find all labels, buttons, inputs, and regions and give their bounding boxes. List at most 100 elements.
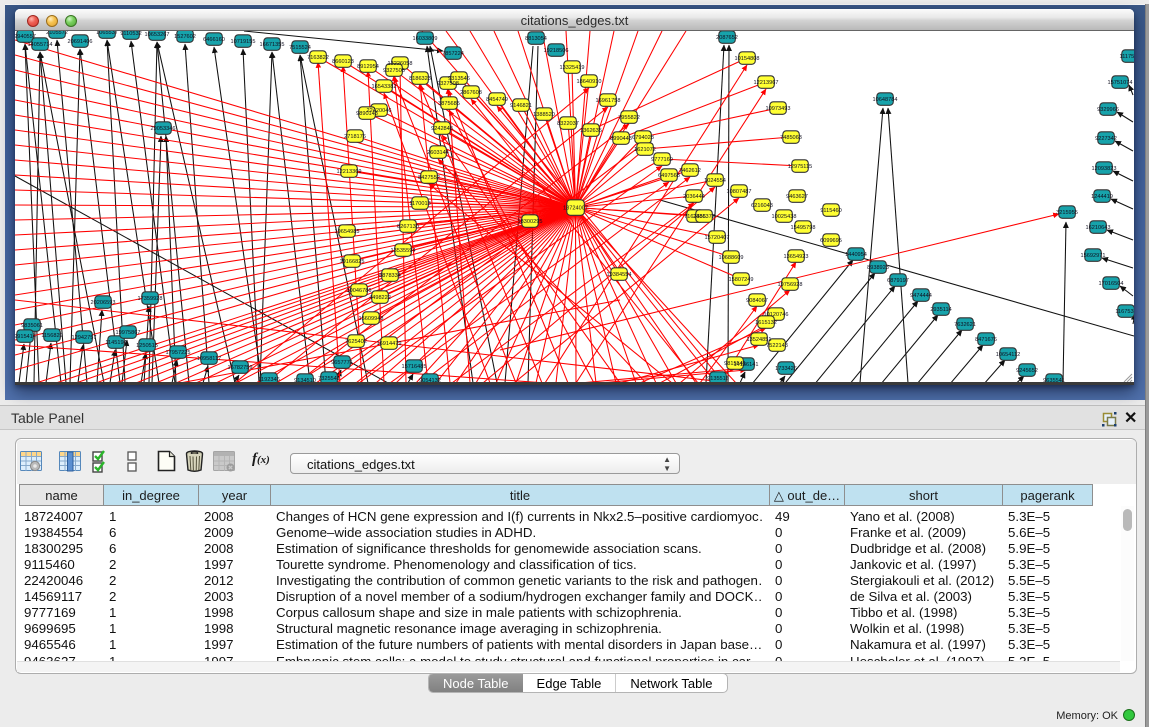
svg-text:10120746: 10120746 <box>764 312 789 318</box>
svg-text:9657771: 9657771 <box>331 360 353 366</box>
svg-text:29053346: 29053346 <box>151 126 176 132</box>
svg-text:7325541: 7325541 <box>318 376 340 382</box>
svg-text:9329966: 9329966 <box>1097 107 1119 113</box>
svg-text:2036444: 2036444 <box>683 194 705 200</box>
svg-text:16671355: 16671355 <box>260 42 285 48</box>
svg-text:8427552: 8427552 <box>418 175 440 181</box>
svg-text:16033809: 16033809 <box>413 36 438 42</box>
svg-text:16543382: 16543382 <box>372 84 397 90</box>
svg-text:8990443: 8990443 <box>610 136 632 142</box>
svg-text:10807487: 10807487 <box>727 189 752 195</box>
svg-text:9815541: 9815541 <box>724 361 746 367</box>
svg-text:17359928: 17359928 <box>138 296 163 302</box>
svg-text:7462612: 7462612 <box>679 168 701 174</box>
svg-text:7163822: 7163822 <box>307 55 329 61</box>
svg-text:8454749: 8454749 <box>486 97 508 103</box>
svg-text:12213369: 12213369 <box>337 169 362 175</box>
svg-text:10648784: 10648784 <box>873 97 898 103</box>
svg-text:9313546: 9313546 <box>448 76 470 82</box>
svg-text:10154808: 10154808 <box>735 56 760 62</box>
svg-text:10958117: 10958117 <box>197 356 221 362</box>
svg-text:18724007: 18724007 <box>563 205 588 211</box>
svg-text:7522143: 7522143 <box>766 343 788 349</box>
svg-text:1440954: 1440954 <box>845 252 867 258</box>
svg-text:6466160: 6466160 <box>203 37 225 43</box>
svg-text:9084067: 9084067 <box>746 298 768 304</box>
svg-text:10653267: 10653267 <box>145 32 170 38</box>
svg-text:15751074: 15751074 <box>1108 80 1133 86</box>
svg-text:9134510: 9134510 <box>294 378 316 383</box>
svg-text:9242848: 9242848 <box>431 126 453 132</box>
svg-text:19654985: 19654985 <box>335 229 360 235</box>
svg-text:20206593: 20206593 <box>91 300 116 306</box>
svg-text:7632621: 7632621 <box>954 322 976 328</box>
svg-text:1065537: 1065537 <box>96 31 118 36</box>
svg-text:17016504: 17016504 <box>1099 281 1124 287</box>
svg-text:2105572: 2105572 <box>46 31 68 36</box>
svg-text:19756928: 19756928 <box>778 282 803 288</box>
svg-text:8267130: 8267130 <box>397 224 419 230</box>
svg-text:8186323: 8186323 <box>409 76 431 82</box>
svg-text:2935114: 2935114 <box>930 307 951 313</box>
svg-text:8912954: 8912954 <box>357 64 379 70</box>
svg-text:8322037: 8322037 <box>557 121 579 127</box>
svg-text:9110532: 9110532 <box>120 31 141 37</box>
svg-text:16961758: 16961758 <box>596 98 621 104</box>
svg-text:20691406: 20691406 <box>68 39 93 45</box>
svg-text:13535594: 13535594 <box>391 248 416 254</box>
svg-text:13325419: 13325419 <box>560 65 585 71</box>
svg-text:15495798: 15495798 <box>791 225 816 231</box>
svg-text:9115460: 9115460 <box>820 208 841 214</box>
svg-text:9915414: 9915414 <box>15 334 36 340</box>
svg-text:1615132: 1615132 <box>755 320 777 326</box>
svg-text:12975115: 12975115 <box>788 164 812 170</box>
svg-text:7515524: 7515524 <box>289 45 311 51</box>
svg-text:15692971: 15692971 <box>1081 253 1106 259</box>
svg-text:19218506: 19218506 <box>544 48 569 54</box>
svg-text:7955822: 7955822 <box>618 115 640 121</box>
svg-text:1362635: 1362635 <box>580 128 602 134</box>
svg-text:1388520: 1388520 <box>533 112 555 118</box>
svg-text:9835061: 9835061 <box>21 323 43 329</box>
svg-text:16782759: 16782759 <box>228 365 253 371</box>
svg-text:10046786: 10046786 <box>347 288 372 294</box>
svg-text:3215955: 3215955 <box>1056 210 1078 216</box>
svg-text:2867608: 2867608 <box>460 90 482 96</box>
svg-text:6216043: 6216043 <box>751 203 773 209</box>
svg-text:2718176: 2718176 <box>344 134 366 140</box>
svg-text:2603144: 2603144 <box>427 150 449 156</box>
svg-text:15720407: 15720407 <box>705 235 730 241</box>
svg-text:10025438: 10025438 <box>772 214 797 220</box>
svg-text:1170013: 1170013 <box>409 201 430 207</box>
svg-text:8878334: 8878334 <box>379 273 401 279</box>
svg-text:9463627: 9463627 <box>786 194 808 200</box>
svg-text:6794028: 6794028 <box>632 135 654 141</box>
svg-text:12942757: 12942757 <box>72 335 97 341</box>
svg-text:2087652: 2087652 <box>716 35 738 41</box>
svg-text:7625402: 7625402 <box>345 339 367 345</box>
svg-text:9635541: 9635541 <box>1043 378 1065 383</box>
svg-text:1250515: 1250515 <box>136 343 158 349</box>
svg-text:9054132: 9054132 <box>419 378 441 383</box>
svg-text:15609948: 15609948 <box>359 316 384 322</box>
svg-text:12213967: 12213967 <box>754 80 779 86</box>
svg-text:9245652: 9245652 <box>1016 368 1038 374</box>
svg-text:1117543: 1117543 <box>1120 54 1134 60</box>
svg-text:3875685: 3875685 <box>438 101 460 107</box>
svg-text:6099695: 6099695 <box>820 238 842 244</box>
svg-text:9890143: 9890143 <box>356 111 378 117</box>
svg-text:9227342: 9227342 <box>1095 136 1117 142</box>
svg-text:19384554: 19384554 <box>607 272 632 278</box>
svg-text:13226058: 13226058 <box>388 61 413 67</box>
svg-text:17957225: 17957225 <box>166 350 191 356</box>
svg-text:7485063: 7485063 <box>780 135 802 141</box>
svg-text:10973493: 10973493 <box>766 106 791 112</box>
svg-text:10688609: 10688609 <box>719 255 744 261</box>
svg-text:15716485: 15716485 <box>402 364 427 370</box>
svg-text:1167533: 1167533 <box>1115 309 1134 315</box>
svg-text:1733426: 1733426 <box>775 366 797 372</box>
svg-text:9777169: 9777169 <box>651 157 673 163</box>
svg-text:19166825: 19166825 <box>340 259 365 265</box>
svg-text:8938923: 8938923 <box>867 265 889 271</box>
svg-text:10654112: 10654112 <box>996 352 1020 358</box>
